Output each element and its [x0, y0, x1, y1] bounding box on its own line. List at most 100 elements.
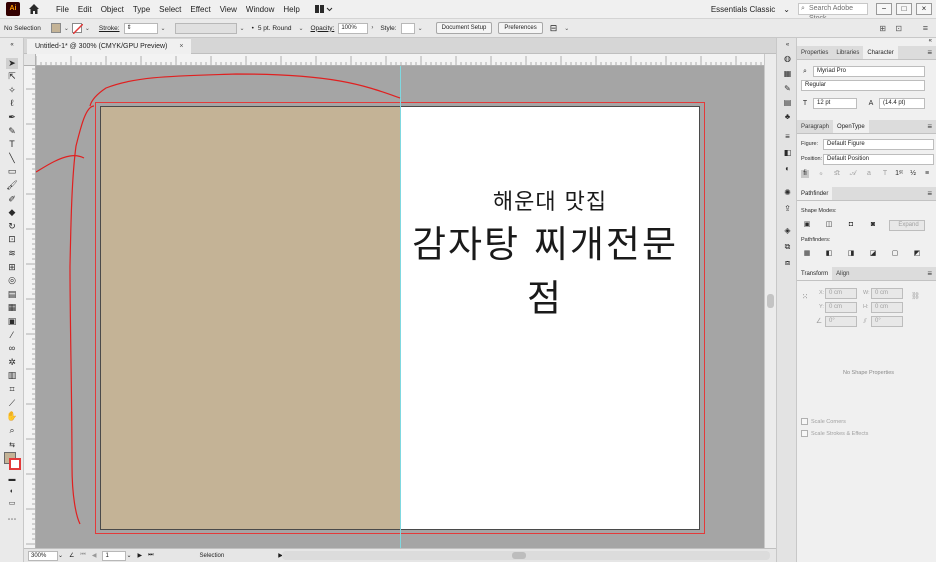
shear-field[interactable]: 0° — [871, 316, 903, 327]
shape-builder-icon[interactable]: ◎ — [6, 275, 18, 286]
scale-strokes-checkbox[interactable] — [801, 430, 808, 437]
menu-file[interactable]: File — [56, 5, 69, 14]
symbol-sprayer-icon[interactable]: ✲ — [6, 357, 18, 368]
magic-wand-icon[interactable]: ✧ — [6, 85, 18, 96]
tab-align[interactable]: Align — [832, 267, 853, 280]
brush-definition[interactable]: 5 pt. Round — [258, 25, 292, 32]
contextual-alternates-icon[interactable]: ℴ — [817, 170, 825, 178]
tab-paragraph[interactable]: Paragraph — [797, 120, 833, 133]
layers-icon[interactable]: ◈ — [782, 226, 793, 236]
opacity-label[interactable]: Opacity: — [311, 25, 335, 32]
intersect-icon[interactable]: ◘ — [847, 221, 855, 229]
close-tab-icon[interactable]: × — [179, 43, 183, 50]
artboard-number-field[interactable]: 1 — [102, 550, 127, 561]
variable-width-profile[interactable] — [174, 22, 237, 34]
current-tool-status[interactable]: Selection — [200, 553, 225, 559]
horizontal-ruler[interactable] — [36, 54, 764, 66]
panel-menu-icon[interactable]: ≡ — [923, 46, 936, 59]
horizontal-scroll-thumb[interactable] — [512, 552, 526, 559]
swash-icon[interactable]: 𝒜 — [849, 170, 857, 178]
edit-toolbar-icon[interactable]: ⋯ — [6, 514, 18, 525]
warp-tool-icon[interactable]: ≋ — [6, 248, 18, 259]
rotate-tool-icon[interactable]: ↻ — [6, 221, 18, 232]
tab-libraries[interactable]: Libraries — [832, 46, 863, 59]
pen-tool-icon[interactable]: ✒ — [6, 112, 18, 123]
standard-ligatures-icon[interactable]: ﬁ — [801, 170, 809, 178]
curvature-tool-icon[interactable]: ✎ — [6, 126, 18, 137]
minus-front-icon[interactable]: ◫ — [825, 221, 833, 229]
chevron-down-icon[interactable]: ⌄ — [161, 25, 166, 32]
panel-menu-icon[interactable]: ≡ — [923, 120, 936, 133]
align-options-icon[interactable]: ⊟ — [550, 23, 558, 34]
menu-object[interactable]: Object — [101, 5, 124, 14]
next-artboard-icon[interactable]: ▶ — [137, 552, 142, 559]
panel-menu-icon[interactable]: ≡ — [923, 170, 931, 178]
zoom-field[interactable]: 300% — [28, 550, 58, 561]
chevron-right-icon[interactable]: › — [371, 25, 373, 31]
chevron-down-icon[interactable]: ⌄ — [240, 25, 245, 32]
tab-transform[interactable]: Transform — [797, 267, 833, 280]
zoom-tool-icon[interactable]: ⌕ — [6, 425, 18, 436]
chevron-down-icon[interactable]: ⌄ — [783, 5, 790, 14]
constrain-proportions-icon[interactable]: ⛓ — [911, 293, 920, 301]
gradient-tool-icon[interactable]: ▣ — [6, 316, 18, 327]
rotate-view-icon[interactable]: ∠ — [69, 552, 74, 559]
chevron-down-icon[interactable]: ⌄ — [126, 552, 131, 559]
stock-search-input[interactable]: ⌕ Search Adobe Stock — [798, 3, 868, 22]
workspace-switcher[interactable]: Essentials Classic — [711, 5, 775, 14]
trim-icon[interactable]: ◧ — [825, 250, 833, 258]
vertical-scroll-thumb[interactable] — [767, 294, 774, 308]
expand-button[interactable]: Expand — [889, 220, 925, 231]
font-style-field[interactable]: Regular — [801, 80, 925, 91]
collapse-icon[interactable]: « — [782, 40, 793, 50]
stroke-label[interactable]: Stroke: — [99, 25, 120, 32]
menu-type[interactable]: Type — [133, 5, 150, 14]
asset-export-icon[interactable]: ⇪ — [782, 204, 793, 214]
menu-edit[interactable]: Edit — [78, 5, 92, 14]
paintbrush-icon[interactable]: 🖌 — [6, 180, 18, 191]
gradient-panel-icon[interactable]: ▤ — [782, 98, 793, 108]
tab-character[interactable]: Character — [863, 46, 898, 59]
home-icon[interactable] — [28, 3, 40, 15]
transform-icon[interactable]: ⊡ — [895, 24, 902, 33]
mesh-tool-icon[interactable]: ▦ — [6, 302, 18, 313]
eyedropper-icon[interactable]: ⁄ — [6, 330, 18, 341]
x-field[interactable]: 0 cm — [825, 288, 857, 299]
minus-back-icon[interactable]: ◩ — [913, 250, 921, 258]
artboards-icon[interactable]: ⧈ — [782, 258, 793, 268]
symbols-icon[interactable]: ♣ — [782, 112, 793, 122]
divide-icon[interactable]: ▦ — [803, 250, 811, 258]
preferences-button[interactable]: Preferences — [498, 22, 543, 34]
y-field[interactable]: 0 cm — [825, 302, 857, 313]
menu-effect[interactable]: Effect — [190, 5, 210, 14]
collapse-icon[interactable]: « — [6, 40, 18, 51]
chevron-down-icon[interactable]: ⌄ — [58, 552, 63, 559]
minimize-button[interactable]: − — [876, 3, 892, 15]
transparency-icon[interactable]: ◧ — [782, 148, 793, 158]
arrange-documents-icon[interactable] — [314, 3, 333, 15]
h-field[interactable]: 0 cm — [871, 302, 903, 313]
panel-menu-icon[interactable]: ≡ — [923, 187, 936, 200]
free-transform-icon[interactable]: ⊞ — [6, 262, 18, 273]
merge-icon[interactable]: ◨ — [847, 250, 855, 258]
color-mode-icon[interactable]: ▬ — [6, 474, 18, 485]
direct-selection-tool-icon[interactable]: ⇱ — [6, 71, 18, 82]
previous-artboard-icon[interactable]: ◀ — [92, 552, 97, 559]
panel-menu-icon[interactable]: ≡ — [923, 23, 928, 33]
titling-alternates-icon[interactable]: T — [881, 170, 889, 178]
vertical-scrollbar[interactable] — [764, 54, 776, 548]
links-icon[interactable]: ⧉ — [782, 242, 793, 252]
panel-menu-icon[interactable]: ≡ — [923, 267, 936, 280]
discretionary-ligatures-icon[interactable]: ﬆ — [833, 170, 841, 178]
lasso-icon[interactable]: ℓ — [6, 98, 18, 109]
menu-window[interactable]: Window — [246, 5, 274, 14]
column-graph-icon[interactable]: ▥ — [6, 370, 18, 381]
scale-corners-checkbox[interactable] — [801, 418, 808, 425]
graphic-styles-icon[interactable]: ✺ — [782, 188, 793, 198]
tab-pathfinder[interactable]: Pathfinder — [797, 187, 833, 200]
chevron-down-icon[interactable]: ⌄ — [564, 25, 569, 32]
maximize-button[interactable]: □ — [896, 3, 912, 15]
artboard-tool-icon[interactable]: ⌗ — [6, 384, 18, 395]
crop-icon[interactable]: ◪ — [869, 250, 877, 258]
w-field[interactable]: 0 cm — [871, 288, 903, 299]
